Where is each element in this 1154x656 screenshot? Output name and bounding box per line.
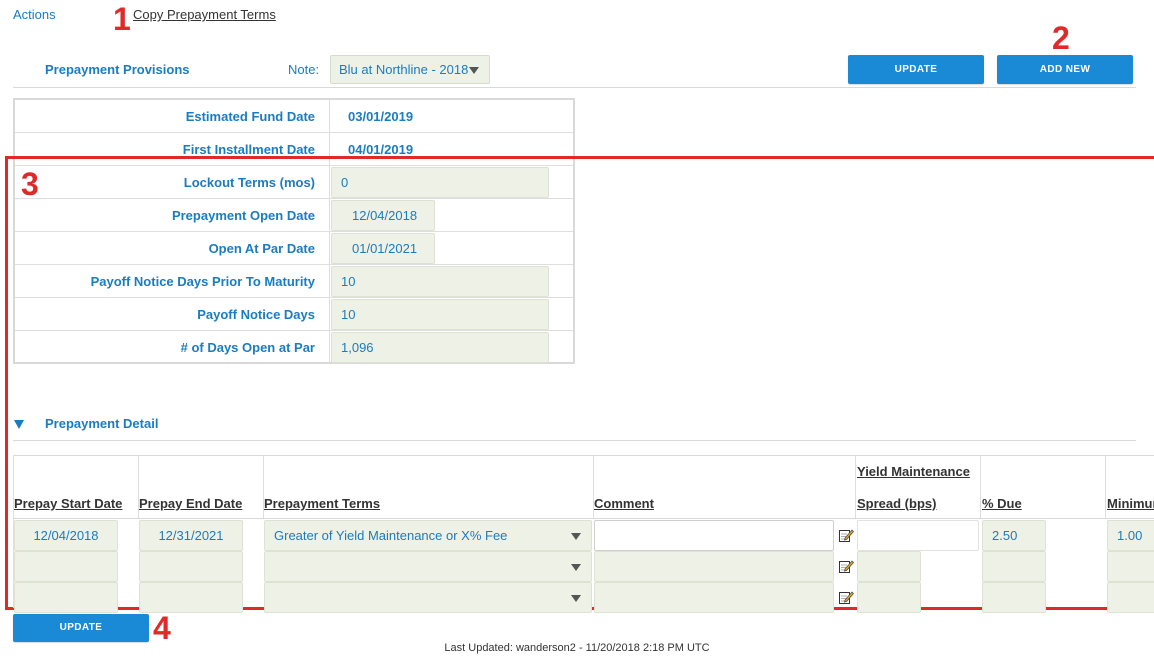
chevron-down-icon xyxy=(469,67,479,74)
row-1-terms-value: Greater of Yield Maintenance or X% Fee xyxy=(274,528,508,543)
column-header-spread-bps[interactable]: Spread (bps) xyxy=(857,496,936,511)
row-1-percent-due-input[interactable]: 2.50 xyxy=(982,520,1046,551)
chevron-down-icon xyxy=(571,533,581,540)
prepayment-detail-title[interactable]: Prepayment Detail xyxy=(45,416,158,431)
chevron-down-icon xyxy=(571,595,581,602)
table-top-border xyxy=(13,455,1154,456)
divider xyxy=(13,440,1136,441)
last-updated-text: Last Updated: wanderson2 - 11/20/2018 2:… xyxy=(444,642,710,654)
row-3-end-date-input[interactable] xyxy=(139,582,243,613)
form-row-estimated-fund-date: Estimated Fund Date 03/01/2019 xyxy=(15,100,573,133)
row-3-comment-input[interactable] xyxy=(594,582,834,613)
row-1-minimum-input[interactable]: 1.00 xyxy=(1107,520,1154,551)
row-3-start-date-input[interactable] xyxy=(14,582,118,613)
row-3-percent-due-input[interactable] xyxy=(982,582,1046,613)
row-2-minimum-input[interactable] xyxy=(1107,551,1154,582)
field-value: 04/01/2019 xyxy=(348,142,414,157)
field-label: Estimated Fund Date xyxy=(185,109,315,124)
update-button[interactable]: UPDATE xyxy=(848,55,984,84)
column-header-percent-due[interactable]: % Due xyxy=(982,496,1022,511)
detail-update-button[interactable]: UPDATE xyxy=(13,614,149,642)
row-2-spread-input[interactable] xyxy=(857,551,921,582)
row-2-percent-due-input[interactable] xyxy=(982,551,1046,582)
row-3-minimum-input[interactable] xyxy=(1107,582,1154,613)
annotation-marker-1: 1 xyxy=(113,1,131,37)
edit-icon[interactable] xyxy=(838,558,854,574)
row-2-terms-select[interactable] xyxy=(264,551,592,582)
field-label: First Installment Date xyxy=(182,142,315,157)
column-header-prepay-end-date[interactable]: Prepay End Date xyxy=(139,496,242,511)
divider xyxy=(13,87,1136,88)
prepayment-provisions-title: Prepayment Provisions xyxy=(45,62,190,77)
note-select[interactable]: Blu at Northline - 2018 xyxy=(330,55,490,84)
row-2-start-date-input[interactable] xyxy=(14,551,118,582)
note-label: Note: xyxy=(288,62,320,77)
actions-link[interactable]: Actions xyxy=(13,7,56,22)
annotation-marker-4: 4 xyxy=(153,610,171,646)
column-header-comment[interactable]: Comment xyxy=(594,496,654,511)
row-1-spread-input[interactable] xyxy=(857,520,979,551)
row-3-spread-input[interactable] xyxy=(857,582,921,613)
collapse-triangle-icon[interactable] xyxy=(14,420,24,429)
add-new-button[interactable]: ADD NEW xyxy=(997,55,1133,84)
field-value: 03/01/2019 xyxy=(348,109,414,124)
column-header-yield-maintenance[interactable]: Yield Maintenance xyxy=(857,464,970,479)
annotation-marker-2: 2 xyxy=(1052,20,1070,56)
row-1-start-date-input[interactable]: 12/04/2018 xyxy=(14,520,118,551)
row-1-terms-select[interactable]: Greater of Yield Maintenance or X% Fee xyxy=(264,520,592,551)
row-2-comment-input[interactable] xyxy=(594,551,834,582)
edit-icon[interactable] xyxy=(838,527,854,543)
column-header-minimum[interactable]: Minimum xyxy=(1107,496,1154,511)
note-select-value: Blu at Northline - 2018 xyxy=(339,62,469,77)
chevron-down-icon xyxy=(571,564,581,571)
edit-icon[interactable] xyxy=(838,589,854,605)
copy-prepayment-terms-link[interactable]: Copy Prepayment Terms xyxy=(133,7,276,22)
column-header-prepayment-terms[interactable]: Prepayment Terms xyxy=(264,496,380,511)
row-3-terms-select[interactable] xyxy=(264,582,592,613)
column-header-prepay-start-date[interactable]: Prepay Start Date xyxy=(14,496,122,511)
row-2-end-date-input[interactable] xyxy=(139,551,243,582)
row-1-comment-input[interactable] xyxy=(594,520,834,551)
row-1-end-date-input[interactable]: 12/31/2021 xyxy=(139,520,243,551)
table-header-border xyxy=(13,518,1154,519)
